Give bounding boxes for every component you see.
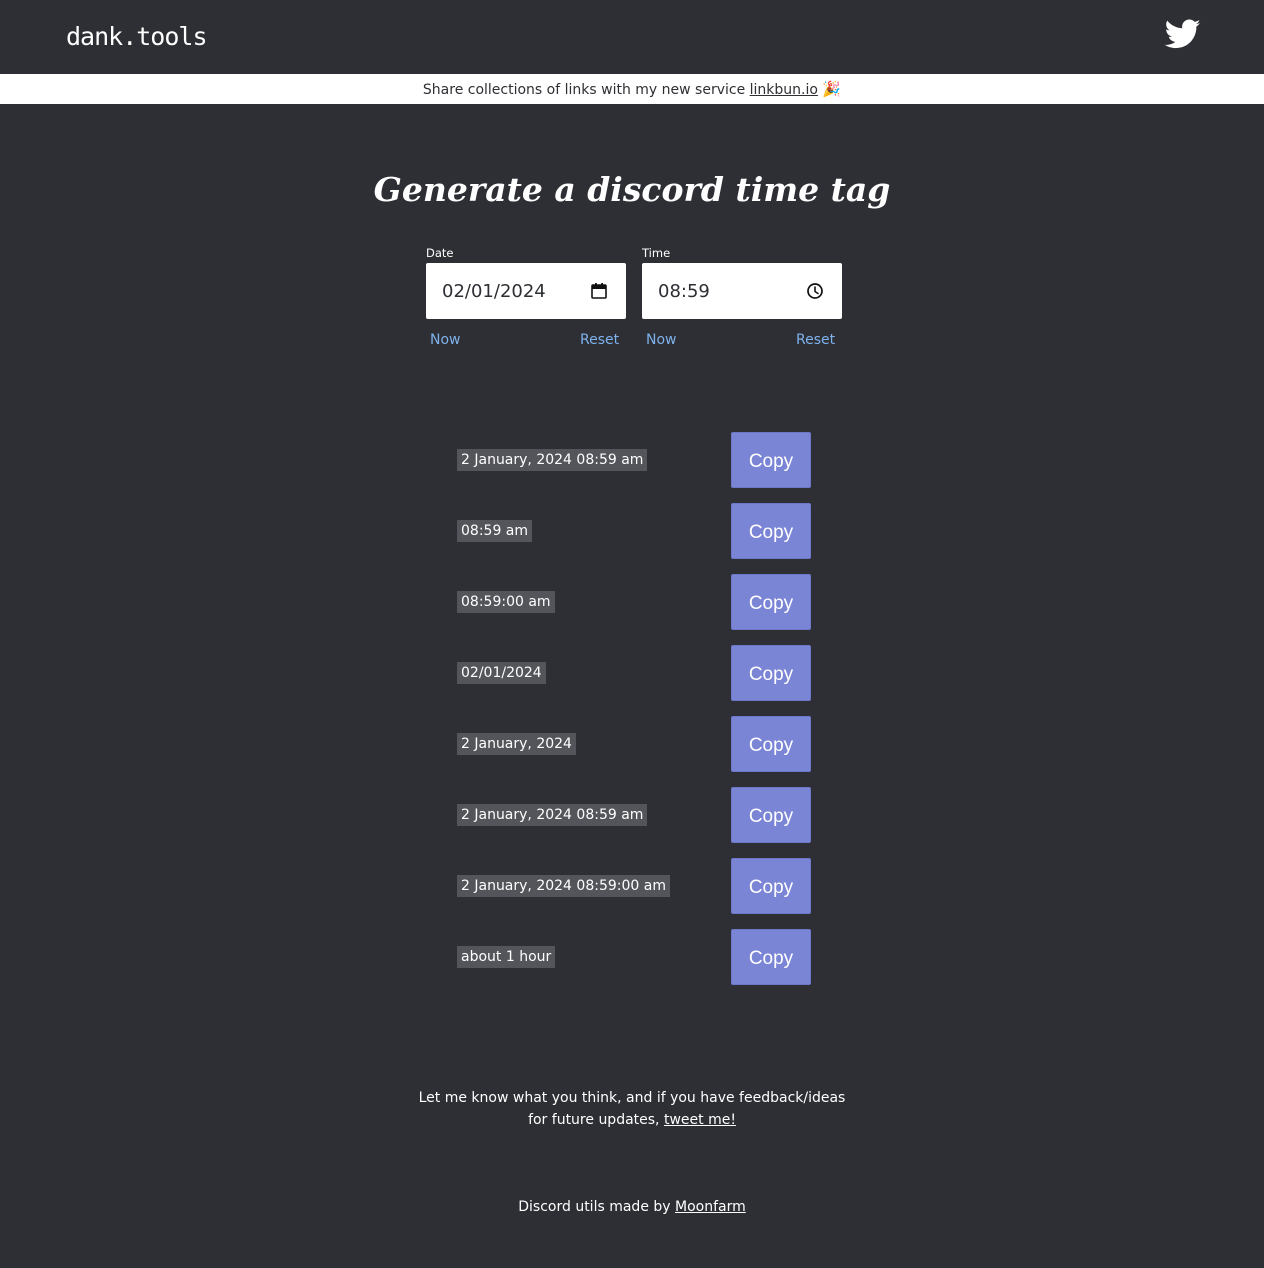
copy-button[interactable]: Copy [731,858,811,914]
banner-text: Share collections of links with my new s… [422,82,750,98]
announcement-banner: Share collections of links with my new s… [0,74,1264,104]
date-label: Date [426,246,454,260]
tag-row: about 1 hour Copy [457,929,811,985]
tag-preview: about 1 hour [457,946,556,968]
moonfarm-link[interactable]: Moonfarm [675,1199,746,1215]
date-value: 02/01/2024 [442,280,546,302]
footer-text: Discord utils made by [518,1199,675,1215]
party-popper-icon: 🎉 [822,80,842,98]
tag-preview: 08:59 am [457,520,533,542]
tweet-me-link[interactable]: tweet me! [664,1112,736,1128]
copy-button[interactable]: Copy [731,645,811,701]
date-input[interactable]: 02/01/2024 [426,263,626,319]
page-title: Generate a discord time tag [373,170,891,209]
tag-row: 2 January, 2024 Copy [457,716,811,772]
tag-row: 2 January, 2024 08:59 am Copy [457,432,811,488]
tag-row: 2 January, 2024 08:59:00 am Copy [457,858,811,914]
feedback-line-2: for future updates, tweet me! [0,1109,1264,1131]
calendar-icon[interactable] [590,282,608,300]
tag-preview: 2 January, 2024 08:59 am [457,804,648,826]
copy-button[interactable]: Copy [731,432,811,488]
top-bar: dank.tools [0,0,1264,74]
time-input[interactable]: 08:59 [642,263,842,319]
clock-icon[interactable] [806,282,824,300]
twitter-icon[interactable] [1164,16,1202,52]
tag-row: 02/01/2024 Copy [457,645,811,701]
date-now-link[interactable]: Now [430,332,461,348]
tag-row: 08:59:00 am Copy [457,574,811,630]
tag-preview: 08:59:00 am [457,591,555,613]
feedback-note: Let me know what you think, and if you h… [0,1087,1264,1131]
copy-button[interactable]: Copy [731,574,811,630]
copy-button[interactable]: Copy [731,787,811,843]
date-reset-link[interactable]: Reset [580,332,619,348]
time-now-link[interactable]: Now [646,332,677,348]
time-reset-link[interactable]: Reset [796,332,835,348]
copy-button[interactable]: Copy [731,716,811,772]
tag-preview: 2 January, 2024 08:59 am [457,449,648,471]
site-logo[interactable]: dank.tools [66,22,208,51]
copy-button[interactable]: Copy [731,503,811,559]
feedback-line-2-text: for future updates, [528,1112,664,1128]
feedback-line-1: Let me know what you think, and if you h… [418,1090,846,1106]
tag-row: 08:59 am Copy [457,503,811,559]
copy-button[interactable]: Copy [731,929,811,985]
footer: Discord utils made by Moonfarm [0,1196,1264,1218]
time-label: Time [642,246,671,260]
time-value: 08:59 [658,280,710,302]
tag-row: 2 January, 2024 08:59 am Copy [457,787,811,843]
tag-preview: 2 January, 2024 08:59:00 am [457,875,670,897]
banner-link[interactable]: linkbun.io [750,82,818,98]
tag-preview: 2 January, 2024 [457,733,576,755]
tag-preview: 02/01/2024 [457,662,546,684]
